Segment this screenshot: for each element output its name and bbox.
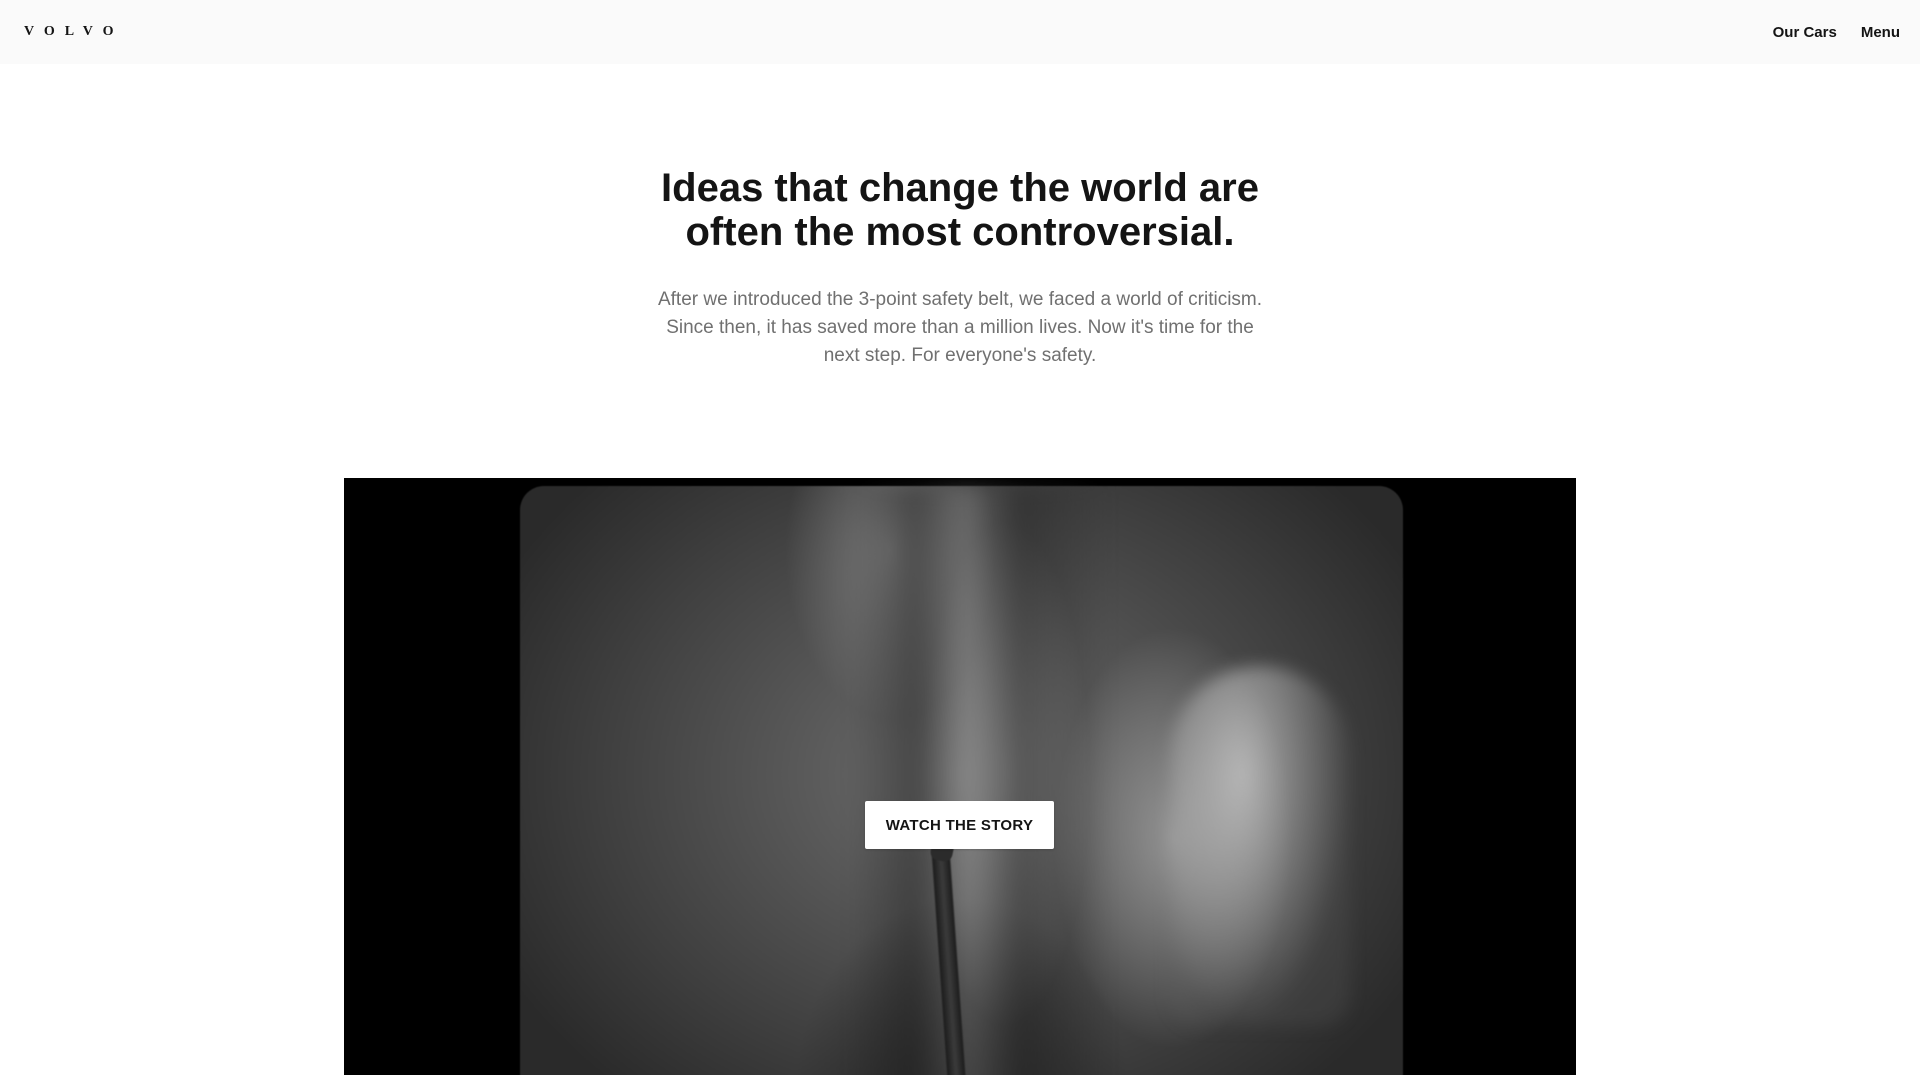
- intro-paragraph: After we introduced the 3-point safety b…: [657, 289, 1263, 366]
- primary-nav: Our Cars Menu: [1773, 24, 1900, 41]
- nav-our-cars-link[interactable]: Our Cars: [1773, 24, 1837, 41]
- page-headline: Ideas that change the world are often th…: [661, 166, 1259, 254]
- nav-menu-button[interactable]: Menu: [1861, 24, 1900, 41]
- video-still-image: [520, 486, 1403, 1075]
- watch-the-story-button[interactable]: WATCH THE STORY: [865, 801, 1054, 849]
- hair-shape: [850, 486, 1110, 1075]
- site-header: VOLVO Our Cars Menu: [0, 0, 1920, 64]
- intro-section: Ideas that change the world are often th…: [0, 166, 1920, 370]
- video-hero[interactable]: WATCH THE STORY: [344, 478, 1576, 1075]
- volvo-logo[interactable]: VOLVO: [24, 25, 124, 39]
- shoulder-shape: [1170, 666, 1350, 1026]
